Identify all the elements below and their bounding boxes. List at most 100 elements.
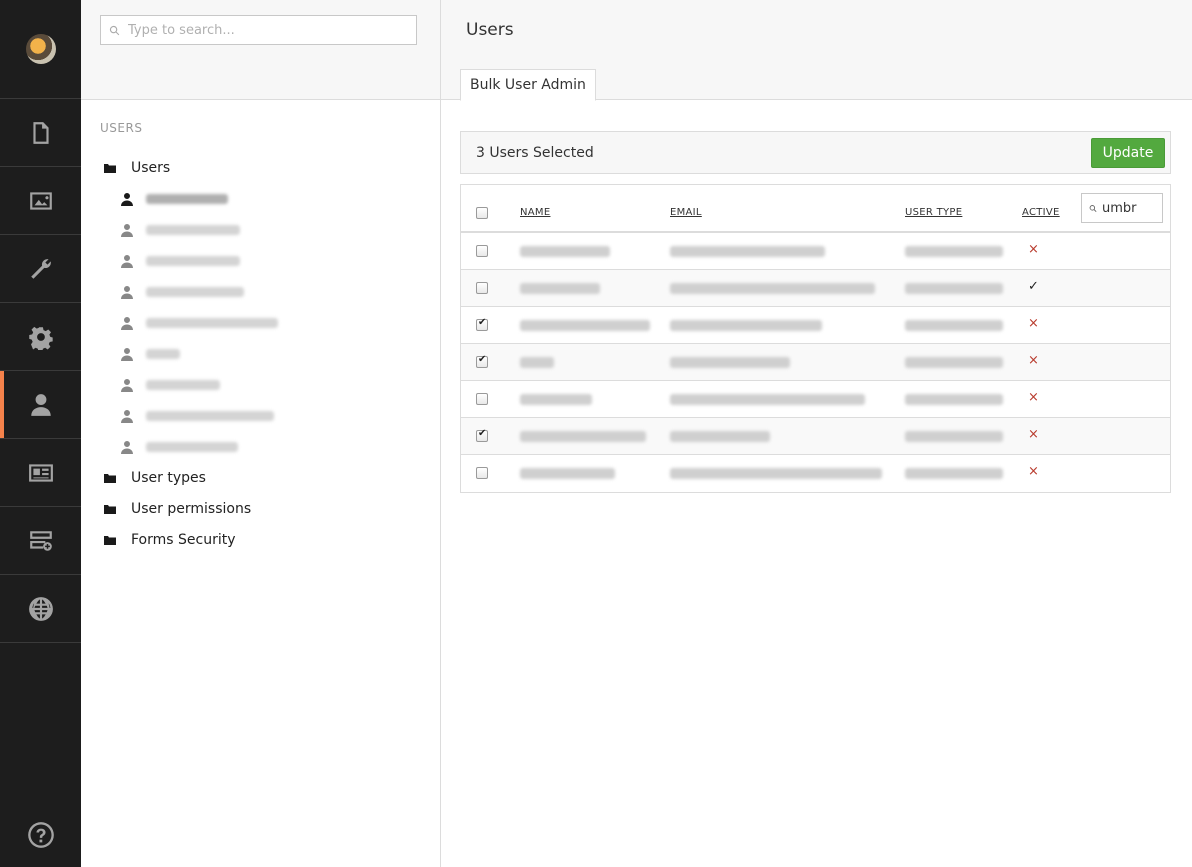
user-icon [121,378,133,392]
user-icon [121,192,133,206]
name-cell-redacted [520,394,592,405]
tree-user-item[interactable] [121,375,220,395]
tree-panel: USERS Users User types [81,0,441,867]
table-row[interactable]: × [461,455,1170,492]
table-filter-input[interactable] [1102,200,1162,216]
tree-user-item[interactable] [121,220,240,240]
tree-item-user-types[interactable]: User types [103,468,206,488]
tree-search-input[interactable] [128,22,398,38]
user-icon [121,285,133,299]
select-all-checkbox[interactable] [476,207,488,219]
table-row[interactable]: × [461,233,1170,270]
column-active[interactable]: ACTIVE [1022,207,1060,218]
name-cell-redacted [520,246,610,257]
column-user-type[interactable]: USER TYPE [905,207,962,218]
email-cell-redacted [670,394,865,405]
user-icon [121,254,133,268]
name-cell-redacted [520,357,554,368]
search-icon [109,25,120,35]
nav-forms[interactable] [0,507,81,575]
tree-user-item[interactable] [121,282,244,302]
nav-users[interactable] [0,371,81,439]
inactive-icon: × [1028,353,1039,368]
nav-developer[interactable] [0,235,81,303]
tree-item-users[interactable]: Users [103,158,170,178]
column-name[interactable]: NAME [520,207,550,218]
row-checkbox[interactable] [476,393,488,405]
user-icon [121,409,133,423]
avatar [25,34,56,64]
tree-item-user-permissions[interactable]: User permissions [103,499,251,519]
row-checkbox[interactable] [476,282,488,294]
email-cell-redacted [670,357,790,368]
nav-settings[interactable] [0,303,81,371]
tree-item-label: Forms Security [131,532,236,548]
folder-icon [104,474,116,483]
table-filter-box[interactable] [1081,193,1163,223]
selected-count: 3 Users Selected [476,144,594,161]
nav-help[interactable] [0,821,81,849]
tree-user-item[interactable] [121,437,238,457]
users-icon [30,393,51,416]
tree-search-area [81,0,440,100]
content-icon [32,121,49,144]
nav-translation[interactable] [0,575,81,643]
user-icon [121,223,133,237]
members-icon [28,463,53,482]
user-name-redacted [146,225,240,235]
table-row[interactable]: × [461,418,1170,455]
tree-item-label: User types [131,470,206,486]
app-sidebar [0,0,81,867]
tree-user-item[interactable] [121,344,180,364]
table-row[interactable]: × [461,307,1170,344]
settings-icon [28,326,53,350]
user-type-cell-redacted [905,394,1003,405]
tree-search-box[interactable] [100,15,417,45]
email-cell-redacted [670,246,825,257]
folder-icon [104,505,116,514]
tree-heading: USERS [100,121,143,135]
email-cell-redacted [670,283,875,294]
tree-item-label: Users [131,160,171,176]
user-name-redacted [146,349,180,359]
user-icon [121,316,133,330]
user-name-redacted [146,442,238,452]
inactive-icon: × [1028,390,1039,405]
tab-bulk-user-admin[interactable]: Bulk User Admin [460,69,596,101]
row-checkbox[interactable] [476,245,488,257]
tree-user-item[interactable] [121,313,278,333]
user-name-redacted [146,411,274,421]
tree-item-forms-security[interactable]: Forms Security [103,530,236,550]
row-checkbox[interactable] [476,317,488,331]
user-type-cell-redacted [905,283,1003,294]
main-panel: Users Bulk User Admin 3 Users Selected U… [441,0,1192,867]
user-name-redacted [146,256,240,266]
developer-icon [30,258,51,279]
tree-user-item[interactable] [121,406,274,426]
tree-user-item[interactable] [121,189,228,209]
user-icon [121,440,133,454]
email-cell-redacted [670,468,882,479]
row-checkbox[interactable] [476,428,488,442]
nav-media[interactable] [0,167,81,235]
table-row[interactable]: × [461,344,1170,381]
inactive-icon: × [1028,316,1039,331]
name-cell-redacted [520,283,600,294]
tree-user-item[interactable] [121,251,240,271]
column-email[interactable]: EMAIL [670,207,702,218]
logo[interactable] [0,0,81,99]
user-icon [121,347,133,361]
folder-icon [104,164,116,173]
media-icon [29,191,52,210]
search-icon [1089,204,1097,212]
row-checkbox[interactable] [476,354,488,368]
user-type-cell-redacted [905,468,1003,479]
user-name-redacted [146,380,220,390]
nav-members[interactable] [0,439,81,507]
table-row[interactable]: ✓ [461,270,1170,307]
table-row[interactable]: × [461,381,1170,418]
nav-content[interactable] [0,99,81,167]
update-button[interactable]: Update [1091,138,1165,168]
row-checkbox[interactable] [476,467,488,479]
user-type-cell-redacted [905,246,1003,257]
